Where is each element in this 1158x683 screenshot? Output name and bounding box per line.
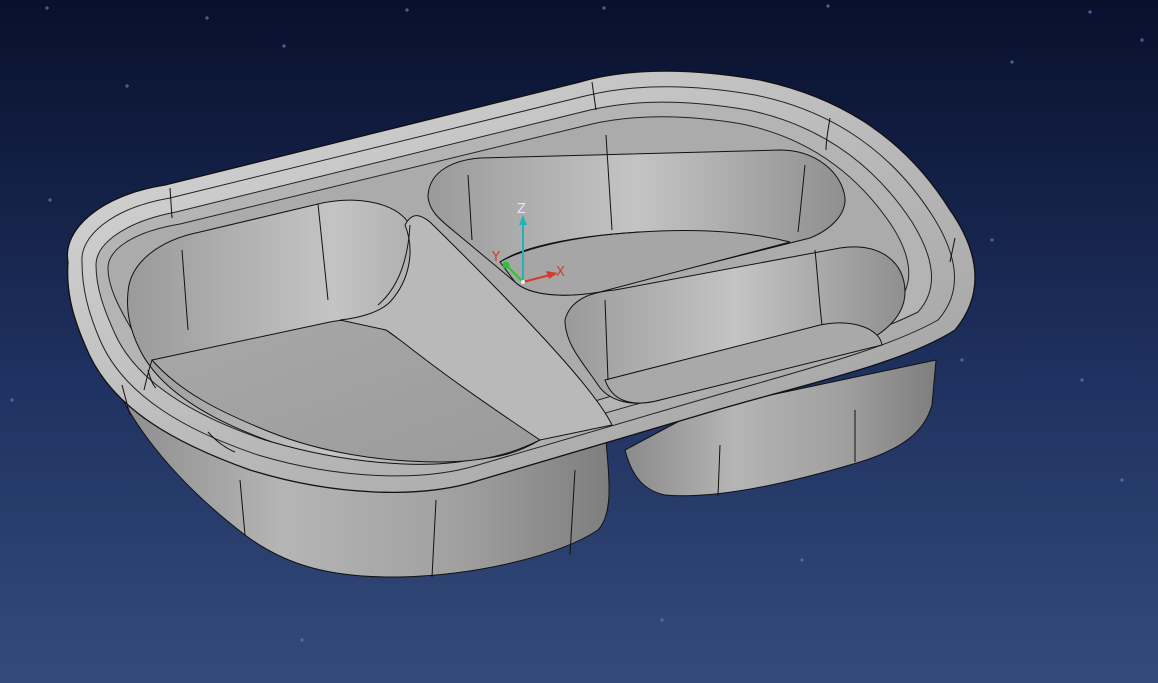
y-axis-dot bbox=[502, 261, 510, 269]
triad-origin bbox=[521, 280, 525, 284]
x-axis-label: X bbox=[556, 265, 565, 280]
z-axis-label: Z bbox=[517, 202, 526, 217]
3d-viewport[interactable]: Z X Y bbox=[0, 0, 1158, 683]
y-axis-label: Y bbox=[491, 250, 500, 265]
